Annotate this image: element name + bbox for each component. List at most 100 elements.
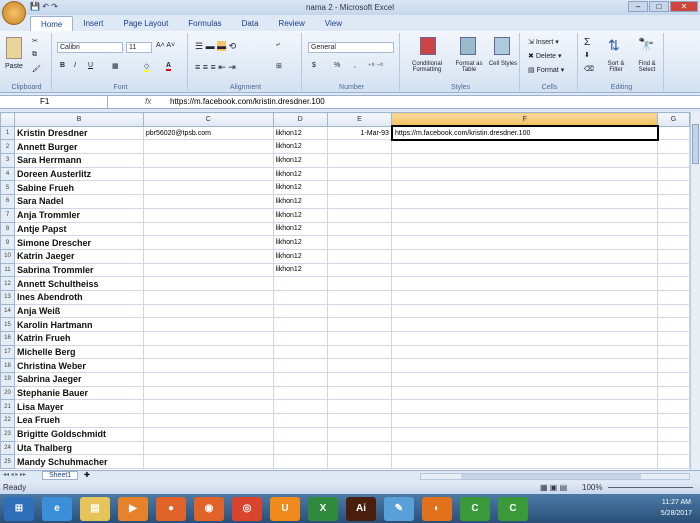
- cell-b21[interactable]: Lisa Mayer: [13, 399, 144, 415]
- scroll-thumb[interactable]: [692, 124, 699, 164]
- cell-c1[interactable]: pbr56020@tpsb.com: [142, 125, 274, 141]
- cell-d4[interactable]: likhon12: [272, 166, 328, 182]
- row-header[interactable]: 23: [0, 426, 15, 442]
- cell-c13[interactable]: [142, 289, 274, 305]
- italic-button[interactable]: I: [74, 62, 76, 69]
- row-header[interactable]: 18: [0, 358, 15, 374]
- row-header[interactable]: 22: [0, 413, 15, 428]
- font-color-icon[interactable]: A: [166, 62, 172, 71]
- start-icon[interactable]: ⊞: [4, 496, 34, 521]
- cell-e24[interactable]: [326, 440, 393, 456]
- find-select-icon[interactable]: 🔭: [638, 37, 654, 53]
- cell-e11[interactable]: [326, 262, 393, 278]
- sort-filter-button[interactable]: Sort & Filter: [602, 61, 630, 73]
- cell-d16[interactable]: [272, 331, 328, 346]
- cell-c18[interactable]: [142, 358, 274, 374]
- redo-icon[interactable]: ↷: [51, 2, 58, 11]
- horizontal-scroll-thumb[interactable]: [461, 474, 641, 479]
- cell-f1[interactable]: https://m.facebook.com/kristin.dresdner.…: [390, 125, 659, 141]
- vertical-align-icons[interactable]: ☰ ▬ ▬ ⟲: [195, 41, 236, 52]
- cell-f15[interactable]: [391, 317, 659, 332]
- cell-f21[interactable]: [391, 399, 659, 415]
- find-select-button[interactable]: Find & Select: [632, 61, 662, 73]
- cell-styles-icon[interactable]: [494, 37, 510, 55]
- column-header-c[interactable]: C: [142, 112, 274, 127]
- cell-g6[interactable]: [657, 194, 690, 209]
- cell-f2[interactable]: [391, 139, 659, 155]
- cell-g9[interactable]: [657, 235, 690, 250]
- cell-d5[interactable]: likhon12: [272, 180, 328, 196]
- cell-e20[interactable]: [326, 385, 393, 401]
- cell-b9[interactable]: Simone Drescher: [13, 235, 144, 250]
- cell-c23[interactable]: [142, 426, 274, 442]
- cell-g7[interactable]: [657, 207, 690, 223]
- cut-icon[interactable]: ✂: [32, 37, 38, 45]
- cell-b1[interactable]: Kristin Dresdner: [13, 125, 144, 141]
- cell-d11[interactable]: likhon12: [272, 262, 328, 278]
- cell-f13[interactable]: [391, 289, 659, 305]
- cell-b17[interactable]: Michelle Berg: [13, 344, 144, 360]
- row-header[interactable]: 21: [0, 399, 15, 415]
- cell-c11[interactable]: [142, 262, 274, 278]
- tab-formulas[interactable]: Formulas: [178, 16, 231, 31]
- cell-g23[interactable]: [657, 426, 690, 442]
- cell-g22[interactable]: [657, 413, 690, 428]
- paste-icon[interactable]: [6, 37, 22, 59]
- cell-g12[interactable]: [657, 276, 690, 291]
- office-button[interactable]: [2, 1, 26, 25]
- camtasia-recorder-icon[interactable]: C: [498, 496, 528, 521]
- media-player-icon[interactable]: ▶: [118, 496, 148, 521]
- cell-b18[interactable]: Christina Weber: [13, 358, 144, 374]
- clear-icon[interactable]: ⌫: [584, 65, 594, 73]
- insert-sheet-icon[interactable]: ✚: [84, 471, 90, 479]
- conditional-formatting-icon[interactable]: [420, 37, 436, 55]
- cell-f14[interactable]: [391, 303, 659, 319]
- cell-b2[interactable]: Annett Burger: [13, 139, 144, 155]
- cell-styles-button[interactable]: Cell Styles: [488, 61, 518, 67]
- minimize-button[interactable]: –: [628, 1, 648, 12]
- cell-g24[interactable]: [657, 440, 690, 456]
- cell-g18[interactable]: [657, 358, 690, 374]
- select-all-button[interactable]: [0, 112, 15, 127]
- cell-g20[interactable]: [657, 385, 690, 401]
- cell-g1[interactable]: [657, 125, 690, 141]
- format-painter-icon[interactable]: 🖌: [32, 65, 41, 73]
- row-header[interactable]: 3: [0, 153, 15, 168]
- tab-review[interactable]: Review: [269, 16, 315, 31]
- row-header[interactable]: 11: [0, 262, 15, 278]
- cell-b10[interactable]: Katrin Jaeger: [13, 248, 144, 264]
- cell-b4[interactable]: Doreen Austerlitz: [13, 166, 144, 182]
- app-pen-icon[interactable]: ✎: [384, 496, 414, 521]
- internet-explorer-icon[interactable]: e: [42, 496, 72, 521]
- horizontal-align-icons[interactable]: ≡ ≡ ≡ ⇤ ⇥: [195, 62, 236, 73]
- name-box[interactable]: F1: [0, 96, 108, 108]
- cell-c5[interactable]: [142, 180, 274, 196]
- cell-e7[interactable]: [326, 207, 393, 223]
- cell-e5[interactable]: [326, 180, 393, 196]
- cell-c14[interactable]: [142, 303, 274, 319]
- cell-d12[interactable]: [272, 276, 328, 291]
- cell-f17[interactable]: [391, 344, 659, 360]
- cell-b7[interactable]: Anja Trommler: [13, 207, 144, 223]
- cell-c12[interactable]: [142, 276, 274, 291]
- cell-d20[interactable]: [272, 385, 328, 401]
- cell-g21[interactable]: [657, 399, 690, 415]
- row-header[interactable]: 4: [0, 166, 15, 182]
- font-name-select[interactable]: Calibri: [57, 42, 123, 53]
- cell-f6[interactable]: [391, 194, 659, 209]
- zoom-slider[interactable]: [608, 487, 693, 488]
- cell-d21[interactable]: [272, 399, 328, 415]
- cell-e23[interactable]: [326, 426, 393, 442]
- cell-g17[interactable]: [657, 344, 690, 360]
- bold-button[interactable]: B: [60, 62, 65, 69]
- cell-g5[interactable]: [657, 180, 690, 196]
- close-button[interactable]: ✕: [670, 1, 698, 12]
- cell-c9[interactable]: [142, 235, 274, 250]
- cell-d18[interactable]: [272, 358, 328, 374]
- cell-b25[interactable]: Mandy Schuhmacher: [13, 454, 144, 469]
- cell-f22[interactable]: [391, 413, 659, 428]
- cell-e19[interactable]: [326, 372, 393, 387]
- cell-f5[interactable]: [391, 180, 659, 196]
- row-header[interactable]: 19: [0, 372, 15, 387]
- cell-e21[interactable]: [326, 399, 393, 415]
